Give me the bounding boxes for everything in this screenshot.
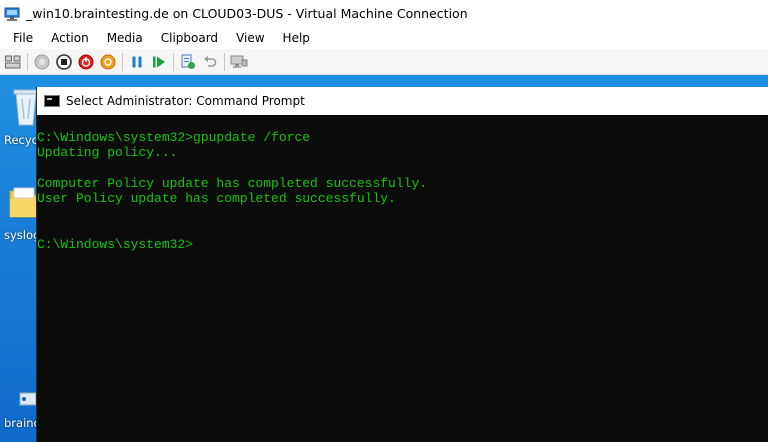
console-line: Computer Policy update has completed suc… bbox=[37, 175, 428, 191]
shutdown-icon bbox=[78, 54, 94, 69]
resume-button[interactable] bbox=[148, 51, 170, 73]
console-prompt[interactable]: C:\Windows\system32> bbox=[37, 237, 768, 252]
pause-button[interactable] bbox=[126, 51, 148, 73]
window-titlebar[interactable]: _win10.braintesting.de on CLOUD03-DUS - … bbox=[0, 0, 768, 27]
save-state-button[interactable] bbox=[97, 51, 119, 73]
toolbar-separator bbox=[27, 52, 28, 71]
menu-media[interactable]: Media bbox=[98, 29, 152, 47]
menu-view[interactable]: View bbox=[227, 29, 273, 47]
console-icon bbox=[44, 95, 60, 107]
start-icon bbox=[34, 54, 50, 69]
resume-icon bbox=[153, 56, 165, 67]
save-state-icon bbox=[100, 54, 116, 69]
toolbar-separator bbox=[173, 52, 174, 71]
revert-icon bbox=[204, 55, 217, 67]
ctrl-alt-del-icon bbox=[5, 55, 21, 68]
cmd-title: Select Administrator: Command Prompt bbox=[66, 94, 305, 108]
console-output[interactable]: C:\Windows\system32>gpupdate /force Upda… bbox=[37, 115, 768, 442]
turn-off-icon bbox=[56, 53, 72, 70]
pause-icon bbox=[132, 56, 142, 67]
virtual-machine-icon bbox=[4, 7, 20, 21]
revert-button[interactable] bbox=[199, 51, 221, 73]
command-prompt-window[interactable]: Select Administrator: Command Prompt C:\… bbox=[36, 87, 768, 442]
toolbar-separator bbox=[122, 52, 123, 71]
menu-action[interactable]: Action bbox=[42, 29, 98, 47]
cmd-titlebar[interactable]: Select Administrator: Command Prompt bbox=[37, 87, 768, 115]
checkpoint-button[interactable] bbox=[177, 51, 199, 73]
menu-help[interactable]: Help bbox=[274, 29, 319, 47]
desktop-icon-label: Recyc bbox=[4, 133, 39, 147]
toolbar bbox=[0, 49, 768, 75]
enhanced-session-icon bbox=[230, 55, 248, 68]
ctrl-alt-del-button[interactable] bbox=[2, 51, 24, 73]
console-line: User Policy update has completed success… bbox=[37, 191, 396, 207]
menu-file[interactable]: File bbox=[4, 29, 42, 47]
desktop-icon-label: brainc bbox=[4, 416, 40, 430]
shutdown-button[interactable] bbox=[75, 51, 97, 73]
menu-clipboard[interactable]: Clipboard bbox=[152, 29, 227, 47]
start-button[interactable] bbox=[31, 51, 53, 73]
enhanced-session-button[interactable] bbox=[228, 51, 250, 73]
checkpoint-icon bbox=[181, 54, 195, 69]
toolbar-separator bbox=[224, 52, 225, 71]
turn-off-button[interactable] bbox=[53, 51, 75, 73]
window-title: _win10.braintesting.de on CLOUD03-DUS - … bbox=[26, 6, 468, 21]
console-line: C:\Windows\system32>gpupdate /force bbox=[37, 130, 311, 145]
menu-bar: File Action Media Clipboard View Help bbox=[0, 27, 768, 49]
console-line: Updating policy... bbox=[37, 145, 178, 161]
desktop-icon-label: syslog bbox=[4, 228, 41, 242]
